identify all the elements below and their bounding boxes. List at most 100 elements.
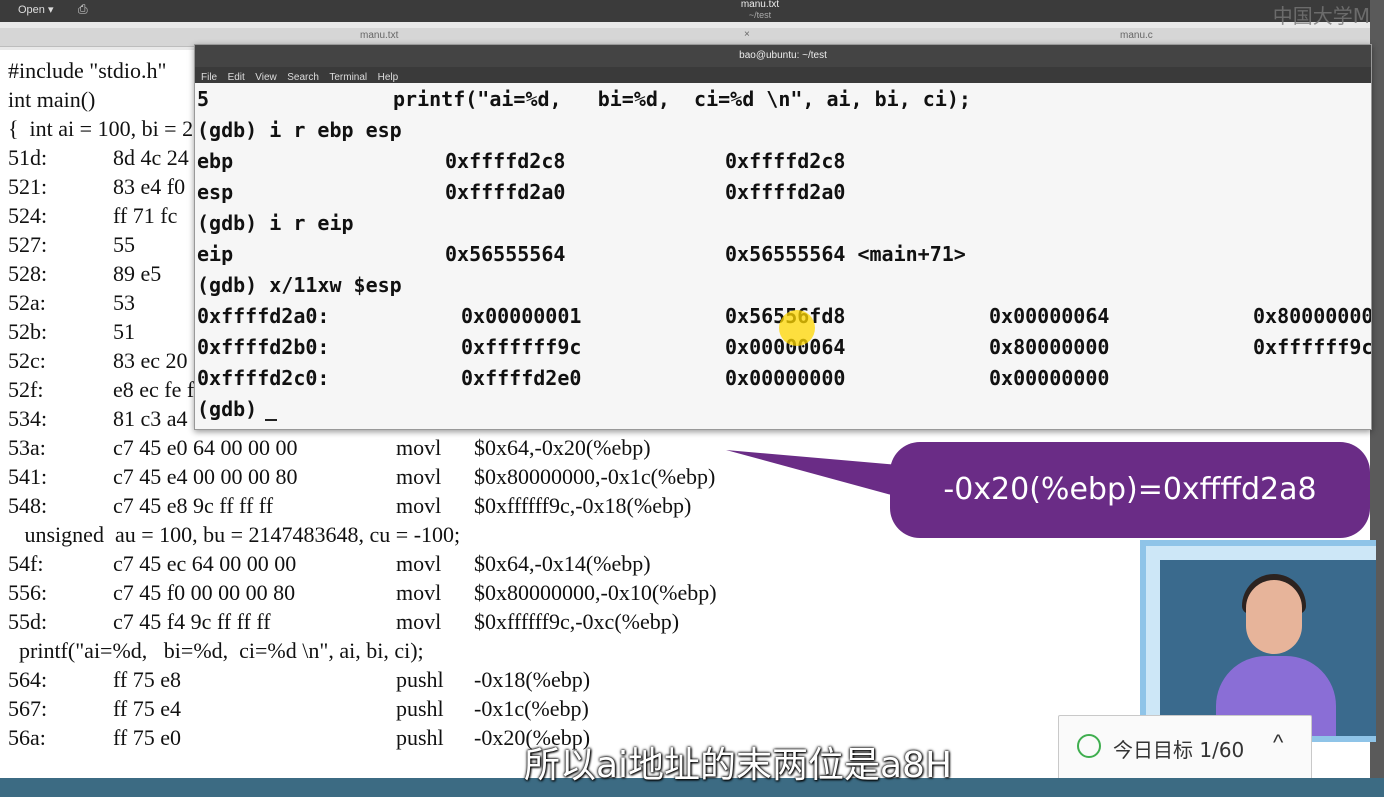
asm-mnemonic: movl xyxy=(396,493,442,518)
gdb-prompt-line[interactable]: (gdb) xyxy=(197,397,278,421)
open-button[interactable]: Open ▾ xyxy=(18,3,54,16)
asm-line: 53a: c7 45 e0 64 00 00 00 movl $0x64,-0x20(… xyxy=(8,435,651,461)
asm-address: 527: xyxy=(8,232,48,257)
mouse-highlight-icon xyxy=(779,310,815,346)
register-name: esp xyxy=(197,180,234,204)
gdb-command-line: (gdb) i r ebp esp xyxy=(197,118,402,142)
asm-operand: -0x1c(%ebp) xyxy=(474,696,589,721)
memory-word: 0xffffd2e0 xyxy=(461,366,582,390)
memory-address: 0xffffd2a0: xyxy=(197,304,330,328)
print-icon[interactable]: ⎙ xyxy=(78,2,92,16)
terminal-line: 5 printf("ai=%d, bi=%d, ci=%d \n", ai, bi… xyxy=(197,87,971,111)
line-number: 5 xyxy=(197,87,210,111)
asm-address: 52c: xyxy=(8,348,46,373)
asm-address: 55d: xyxy=(8,609,48,634)
asm-address: 52b: xyxy=(8,319,48,344)
asm-bytes: ff 75 e8 xyxy=(113,667,182,692)
memory-word: 0x00000000 xyxy=(989,366,1110,390)
asm-operand: $0x80000000,-0x10(%ebp) xyxy=(474,580,717,605)
editor-window-title: manu.txt ~/test xyxy=(700,0,820,21)
asm-bytes: c7 45 e8 9c ff ff ff xyxy=(113,493,274,518)
register-value: 0xffffd2c8 xyxy=(725,149,846,173)
presenter-video[interactable] xyxy=(1140,540,1376,742)
tab-manu-c[interactable]: manu.c xyxy=(1120,30,1153,41)
source-line: printf("ai=%d, bi=%d, ci=%d \n", ai, bi,… xyxy=(393,87,971,111)
register-name: eip xyxy=(197,242,234,266)
terminal-output[interactable]: 5 printf("ai=%d, bi=%d, ci=%d \n", ai, bi… xyxy=(195,83,1371,429)
memory-word: 0x00000000 xyxy=(725,366,846,390)
asm-address: 53a: xyxy=(8,435,46,460)
memory-word: 0x00000064 xyxy=(989,304,1110,328)
register-hex: 0xffffd2a0 xyxy=(445,180,566,204)
presenter-face xyxy=(1246,580,1302,654)
code-line: unsigned au = 100, bu = 2147483648, cu =… xyxy=(8,522,461,547)
asm-bytes: c7 45 e4 00 00 00 80 xyxy=(113,464,298,489)
text-cursor xyxy=(265,419,278,421)
memory-word: 0x00000064 xyxy=(725,335,846,359)
asm-operand: $0xffffff9c,-0xc(%ebp) xyxy=(474,609,680,634)
asm-address: 52a: xyxy=(8,290,46,315)
asm-address: 548: xyxy=(8,493,48,518)
asm-bytes: ff 75 e4 xyxy=(113,696,182,721)
register-value: 0xffffd2a0 xyxy=(725,180,846,204)
gdb-command-line: (gdb) x/11xw $esp xyxy=(197,273,402,297)
register-hex: 0x56555564 xyxy=(445,242,566,266)
editor-subtitle-text: ~/test xyxy=(748,10,772,20)
asm-line: 556: c7 45 f0 00 00 00 80 movl $0x80000000,… xyxy=(8,580,717,606)
asm-bytes: c7 45 f0 00 00 00 80 xyxy=(113,580,296,605)
asm-mnemonic: pushl xyxy=(396,696,444,721)
annotation-callout: -0x20(%ebp)=0xffffd2a8 xyxy=(890,442,1370,538)
asm-operand: -0x18(%ebp) xyxy=(474,667,591,692)
asm-address: 541: xyxy=(8,464,48,489)
asm-address: 567: xyxy=(8,696,48,721)
code-line: #include "stdio.h" xyxy=(8,58,167,83)
memory-word: 0x80000000 xyxy=(989,335,1110,359)
memory-address: 0xffffd2b0: xyxy=(197,335,330,359)
watermark-logo: 中国大学M xyxy=(1272,4,1370,28)
asm-address: 521: xyxy=(8,174,48,199)
asm-line: 541: c7 45 e4 00 00 00 80 movl $0x80000000,… xyxy=(8,464,715,490)
memory-word: 0x80000000 xyxy=(1253,304,1372,328)
asm-address: 534: xyxy=(8,406,48,431)
register-name: ebp xyxy=(197,149,234,173)
asm-mnemonic: movl xyxy=(396,435,442,460)
asm-mnemonic: pushl xyxy=(396,667,444,692)
register-row: esp 0xffffd2a0 0xffffd2a0 xyxy=(197,180,845,204)
code-line: int main() xyxy=(8,87,96,112)
memory-word: 0x56556fd8 xyxy=(725,304,989,328)
asm-address: 524: xyxy=(8,203,48,228)
editor-title-text: manu.txt xyxy=(740,0,780,10)
asm-mnemonic: movl xyxy=(396,580,442,605)
tab-close-icon[interactable]: × xyxy=(744,29,750,40)
asm-address: 556: xyxy=(8,580,48,605)
memory-address: 0xffffd2c0: xyxy=(197,366,330,390)
memory-word: 0xffffff9c xyxy=(461,335,582,359)
video-subtitle: 所以ai地址的末两位是a8H xyxy=(523,745,953,786)
editor-header-bar: Open ▾ ⎙ manu.txt ~/test 中国大学M xyxy=(0,0,1384,28)
memory-word: 0x00000001 xyxy=(461,304,582,328)
asm-operand: $0x64,-0x20(%ebp) xyxy=(474,435,651,460)
register-value: 0x56555564 <main+71> xyxy=(725,242,966,266)
register-row: eip 0x56555564 0x56555564 <main+71> xyxy=(197,242,966,266)
register-hex: 0xffffd2c8 xyxy=(445,149,566,173)
asm-mnemonic: movl xyxy=(396,609,442,634)
terminal-window[interactable]: bao@ubuntu: ~/test File Edit View Search… xyxy=(194,44,1372,430)
tab-manu-txt[interactable]: manu.txt xyxy=(360,30,398,41)
asm-line: 548: c7 45 e8 9c ff ff ff movl $0xffffff9c,… xyxy=(8,493,691,519)
register-row: ebp 0xffffd2c8 0xffffd2c8 xyxy=(197,149,845,173)
asm-address: 51d: xyxy=(8,145,48,170)
gdb-command-line: (gdb) i r eip xyxy=(197,211,354,235)
asm-address: 54f: xyxy=(8,551,44,576)
asm-operand: $0xffffff9c,-0x18(%ebp) xyxy=(474,493,692,518)
asm-line: 55d: c7 45 f4 9c ff ff ff movl $0xffffff9c,… xyxy=(8,609,679,635)
asm-line: 567: ff 75 e4 pushl -0x1c(%ebp) xyxy=(8,696,589,722)
asm-mnemonic: movl xyxy=(396,551,442,576)
asm-address: 52f: xyxy=(8,377,44,402)
asm-address: 528: xyxy=(8,261,48,286)
memory-row: 0xffffd2c0: 0xffffd2e0 0x00000000 0x0000000… xyxy=(197,366,1109,390)
asm-bytes: c7 45 ec 64 00 00 00 xyxy=(113,551,297,576)
terminal-title: bao@ubuntu: ~/test xyxy=(195,45,1371,67)
code-line: printf("ai=%d, bi=%d, ci=%d \n", ai, bi,… xyxy=(8,638,424,663)
asm-line: 564: ff 75 e8 pushl -0x18(%ebp) xyxy=(8,667,590,693)
asm-line: 54f: c7 45 ec 64 00 00 00 movl $0x64,-0x14(… xyxy=(8,551,651,577)
